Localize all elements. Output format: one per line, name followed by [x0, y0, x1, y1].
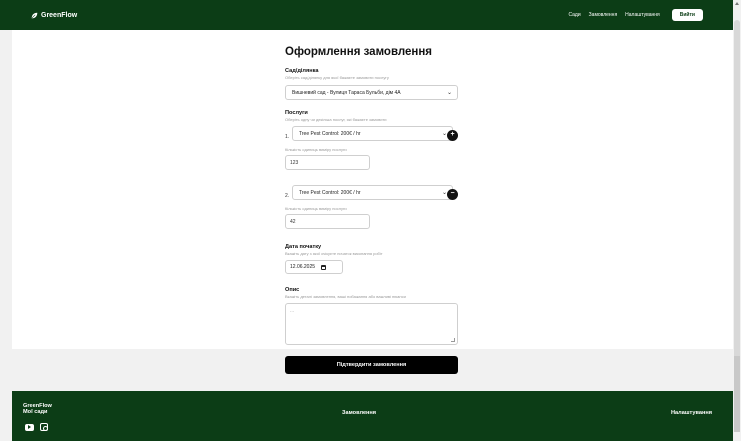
- service-select[interactable]: Tree Pest Control: 200€ / hr ⌄: [292, 126, 453, 141]
- services-hint: Оберіть одну чи декілька послуг, які баж…: [285, 117, 387, 122]
- description-hint: Вкажіть деталі замовлення, ваші побажанн…: [285, 294, 406, 299]
- scroll-up-arrow-icon[interactable]: [735, 2, 739, 5]
- youtube-icon[interactable]: [25, 423, 34, 431]
- chevron-down-icon: ⌄: [446, 90, 452, 96]
- garden-select-value: Вишневий сад - Вулиця Тараса Бульби, дім…: [292, 89, 401, 96]
- footer-link-settings[interactable]: Налаштування: [671, 410, 712, 416]
- brand-logo[interactable]: GreenFlow: [31, 12, 77, 19]
- remove-service-button[interactable]: −: [447, 189, 458, 200]
- start-date-value: 12.06.2025: [290, 264, 316, 270]
- footer-link-orders[interactable]: Замовлення: [342, 410, 376, 416]
- nav-link-gardens[interactable]: Сади: [568, 12, 580, 18]
- start-date-hint: Вкажіть дату з якої очікуєте початок вик…: [285, 251, 383, 256]
- quantity-hint: Кількість одиниць виміру послуги: [285, 147, 347, 152]
- footer-link-my-gardens[interactable]: Мої сади: [23, 409, 52, 415]
- service-row: 1. Tree Pest Control: 200€ / hr ⌄ +: [285, 126, 458, 141]
- services-label: Послуги: [285, 110, 308, 116]
- page-scrollbar[interactable]: [733, 0, 741, 441]
- scroll-thumb[interactable]: [734, 20, 740, 360]
- order-form: Оформлення замовлення Сад/ділянка Оберіт…: [285, 46, 458, 345]
- nav-link-orders[interactable]: Замовлення: [589, 12, 618, 18]
- service-select-value: Tree Pest Control: 200€ / hr: [299, 130, 361, 137]
- service-select-value: Tree Pest Control: 200€ / hr: [299, 189, 361, 196]
- garden-select[interactable]: Вишневий сад - Вулиця Тараса Бульби, дім…: [285, 85, 458, 100]
- service-number: 1.: [285, 133, 290, 140]
- nav-link-settings[interactable]: Налаштування: [625, 12, 660, 18]
- page-title: Оформлення замовлення: [285, 46, 433, 58]
- quantity-value: 42: [290, 218, 296, 225]
- services-section: Послуги Оберіть одну чи декілька послуг,…: [285, 110, 458, 229]
- footer: GreenFlow Мої сади Замовлення Налаштуван…: [12, 391, 733, 441]
- start-date-label: Дата початку: [285, 244, 322, 250]
- description-textarea[interactable]: ...: [285, 303, 458, 345]
- garden-label: Сад/ділянка: [285, 68, 319, 74]
- scroll-track[interactable]: [734, 356, 740, 432]
- quantity-hint: Кількість одиниць виміру послуги: [285, 206, 347, 211]
- service-select[interactable]: Tree Pest Control: 200€ / hr ⌄: [292, 185, 453, 200]
- top-navbar: GreenFlow Сади Замовлення Налаштування В…: [0, 0, 733, 30]
- leaf-icon: [31, 12, 38, 18]
- main-content: Оформлення замовлення Сад/ділянка Оберіт…: [12, 30, 733, 349]
- minus-icon: −: [450, 190, 455, 197]
- resize-grip-icon[interactable]: [451, 338, 455, 342]
- start-date-section: Дата початку Вкажіть дату з якої очікуєт…: [285, 244, 458, 274]
- submit-order-button[interactable]: Підтвердити замовлення: [285, 356, 458, 374]
- footer-brand: GreenFlow Мої сади: [23, 403, 52, 415]
- footer-socials: [25, 423, 48, 431]
- description-section: Опис Вкажіть деталі замовлення, ваші поб…: [285, 287, 458, 345]
- instagram-icon[interactable]: [40, 423, 48, 431]
- brand-name: GreenFlow: [41, 11, 78, 19]
- quantity-value: 123: [290, 159, 299, 166]
- description-label: Опис: [285, 287, 300, 293]
- quantity-input[interactable]: 42: [285, 214, 370, 229]
- plus-icon: +: [450, 131, 455, 138]
- garden-section: Сад/ділянка Оберіть сад/ділянку для якої…: [285, 68, 458, 100]
- nav-links: Сади Замовлення Налаштування Вийти: [568, 9, 703, 21]
- add-service-button[interactable]: +: [447, 130, 458, 141]
- service-number: 2.: [285, 192, 290, 199]
- quantity-input[interactable]: 123: [285, 155, 370, 170]
- logout-button[interactable]: Вийти: [671, 9, 703, 21]
- calendar-icon[interactable]: [321, 264, 327, 270]
- service-row: 2. Tree Pest Control: 200€ / hr ⌄ −: [285, 185, 458, 200]
- start-date-input[interactable]: 12.06.2025: [285, 260, 343, 274]
- description-placeholder: ...: [290, 308, 295, 314]
- garden-hint: Оберіть сад/ділянку для якої бажаєте зам…: [285, 75, 389, 80]
